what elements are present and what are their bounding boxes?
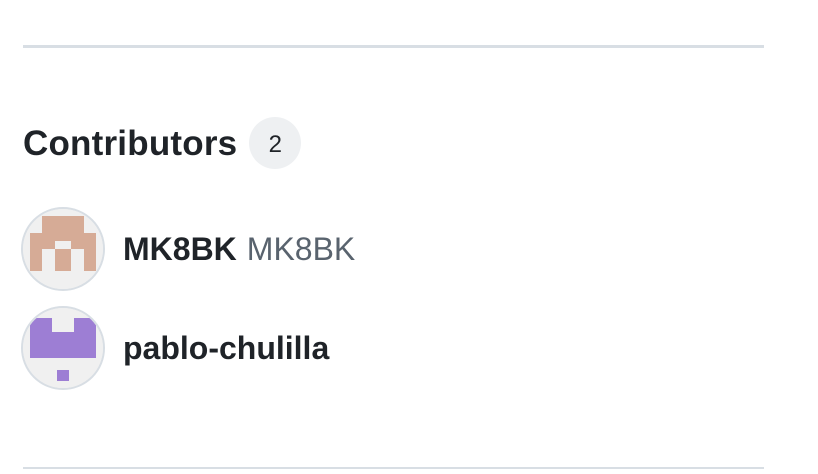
contributor-item[interactable]: MK8BK MK8BK — [21, 207, 355, 291]
contributors-heading[interactable]: Contributors — [23, 126, 237, 161]
contributors-count-badge: 2 — [249, 117, 302, 169]
contributor-item[interactable]: pablo-chulilla — [21, 306, 329, 390]
identicon-avatar[interactable] — [21, 306, 105, 390]
section-divider-top — [23, 45, 764, 48]
contributor-name: MK8BK — [246, 231, 356, 267]
contributor-login[interactable]: pablo-chulilla — [123, 332, 329, 364]
identicon-avatar-graphic — [23, 209, 103, 289]
contributor-login[interactable]: MK8BK — [123, 233, 237, 265]
contributors-header: Contributors 2 — [23, 117, 302, 169]
section-divider-bottom — [23, 467, 764, 469]
identicon-avatar-graphic — [23, 308, 103, 388]
identicon-avatar[interactable] — [21, 207, 105, 291]
